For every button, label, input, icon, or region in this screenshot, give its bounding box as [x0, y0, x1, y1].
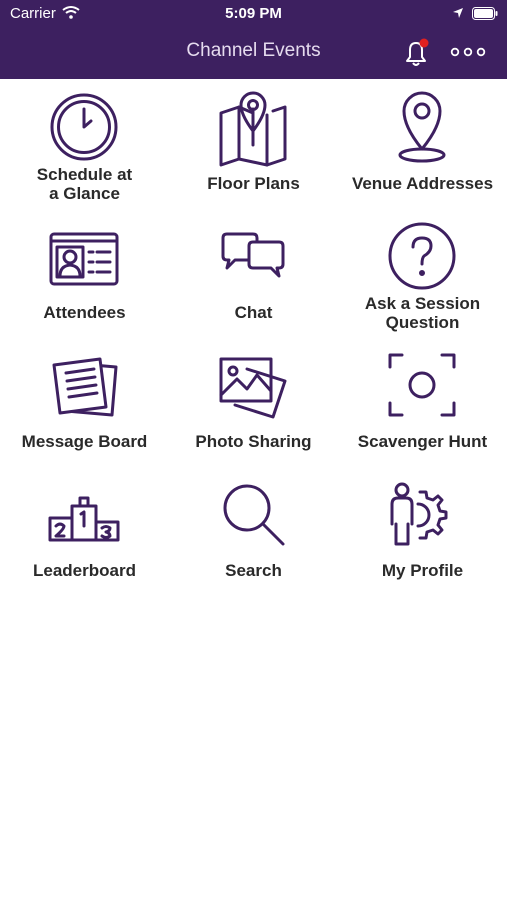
tile-label-line2: Question: [385, 313, 460, 332]
tile-label: Leaderboard: [33, 561, 136, 580]
question-icon: [382, 216, 462, 296]
tile-label: Floor Plans: [207, 174, 300, 193]
tile-label: Scavenger Hunt: [357, 432, 488, 451]
chat-bubbles-icon: [213, 216, 293, 296]
tile-label: Chat: [234, 303, 273, 322]
location-arrow-icon: [452, 6, 464, 24]
photos-icon: [213, 345, 293, 425]
tile-floor-plans[interactable]: Floor Plans: [169, 79, 338, 208]
tile-label: Venue Addresses: [351, 174, 494, 193]
bell-icon: [406, 38, 429, 66]
search-icon: [213, 474, 293, 554]
tile-photo-sharing[interactable]: Photo Sharing: [169, 337, 338, 466]
tile-schedule-at-a-glance[interactable]: Schedule at a Glance: [0, 79, 169, 208]
clock-icon: [44, 87, 124, 167]
tile-chat[interactable]: Chat: [169, 208, 338, 337]
tile-ask-a-session-question[interactable]: Ask a Session Question: [338, 208, 507, 337]
tile-label-line1: Schedule at: [36, 165, 133, 184]
tile-venue-addresses[interactable]: Venue Addresses: [338, 79, 507, 208]
tile-label: Photo Sharing: [195, 432, 312, 451]
tile-scavenger-hunt[interactable]: Scavenger Hunt: [338, 337, 507, 466]
tile-label: Attendees: [43, 303, 126, 322]
battery-icon: [472, 7, 498, 25]
tile-label: My Profile: [381, 561, 464, 580]
tile-search[interactable]: Search: [169, 466, 338, 595]
id-card-icon: [44, 216, 124, 296]
nav-bar: Channel Events: [0, 28, 507, 79]
status-bar: Carrier 5:09 PM: [0, 0, 507, 28]
location-pin-icon: [382, 87, 462, 167]
notification-badge: [419, 38, 429, 48]
tile-label-line1: Ask a Session: [364, 294, 481, 313]
tile-label: Message Board: [21, 432, 148, 451]
notes-icon: [44, 345, 124, 425]
tile-label-line2: a Glance: [49, 184, 120, 203]
tile-attendees[interactable]: Attendees: [0, 208, 169, 337]
tile-my-profile[interactable]: My Profile: [338, 466, 507, 595]
more-dots-icon: [450, 47, 486, 57]
clock-time: 5:09 PM: [225, 5, 282, 22]
tile-leaderboard[interactable]: Leaderboard: [0, 466, 169, 595]
notifications-button[interactable]: [401, 37, 431, 69]
map-icon: [213, 87, 293, 167]
profile-gear-icon: [382, 474, 462, 554]
scan-target-icon: [382, 345, 462, 425]
tile-label: Search: [225, 561, 282, 580]
podium-icon: [44, 474, 124, 554]
tile-message-board[interactable]: Message Board: [0, 337, 169, 466]
more-options-button[interactable]: [450, 42, 486, 62]
